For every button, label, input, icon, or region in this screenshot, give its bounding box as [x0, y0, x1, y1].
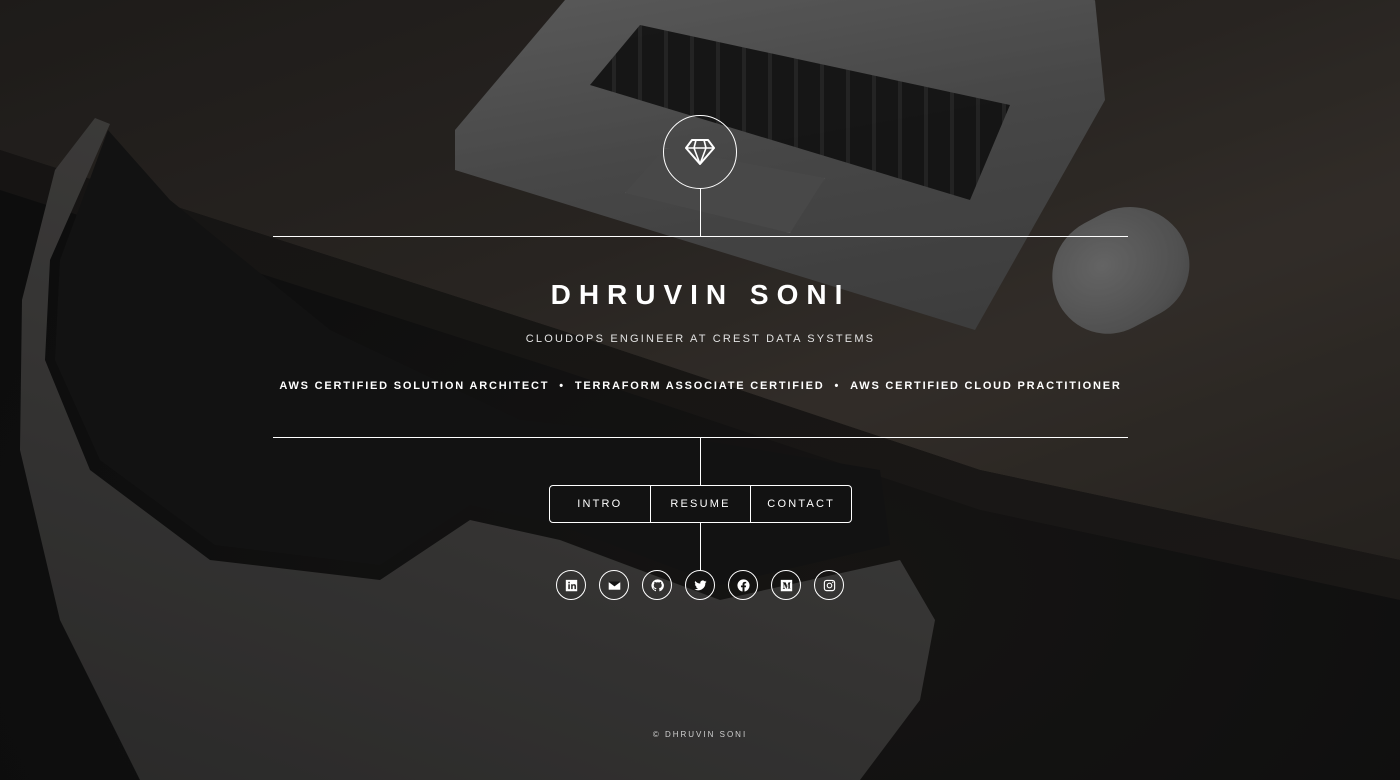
- nav-intro[interactable]: INTRO: [550, 486, 650, 522]
- certification-item: AWS CERTIFIED CLOUD PRACTITIONER: [850, 380, 1122, 392]
- certification-item: AWS CERTIFIED SOLUTION ARCHITECT: [279, 380, 550, 392]
- connector-line-bottom: [700, 523, 701, 570]
- github-icon: [650, 578, 664, 591]
- copyright-text: © DHRUVIN SONI: [652, 730, 748, 739]
- connector-line-middle: [700, 438, 701, 485]
- linkedin-icon: [565, 579, 577, 591]
- twitter-icon: [693, 579, 707, 590]
- linkedin-link[interactable]: [556, 570, 586, 600]
- medium-icon: [780, 579, 792, 591]
- certification-item: TERRAFORM ASSOCIATE CERTIFIED: [574, 380, 825, 392]
- email-icon: [608, 580, 620, 590]
- logo: [663, 115, 737, 189]
- page-title: DHRUVIN SONI: [550, 279, 851, 310]
- separator-dot: •: [834, 380, 841, 392]
- github-link[interactable]: [642, 570, 672, 600]
- facebook-icon: [736, 578, 750, 592]
- facebook-link[interactable]: [728, 570, 758, 600]
- certifications: AWS CERTIFIED SOLUTION ARCHITECT • TERRA…: [273, 380, 1128, 392]
- nav-contact[interactable]: CONTACT: [750, 486, 851, 522]
- header-content: DHRUVIN SONI CLOUDOPS ENGINEER AT CREST …: [273, 237, 1128, 437]
- medium-link[interactable]: [771, 570, 801, 600]
- job-title: CLOUDOPS ENGINEER AT CREST DATA SYSTEMS: [525, 333, 876, 345]
- instagram-link[interactable]: [814, 570, 844, 600]
- main-nav: INTRO RESUME CONTACT: [549, 485, 852, 523]
- social-links: [556, 570, 844, 600]
- diamond-icon: [685, 139, 715, 165]
- email-link[interactable]: [599, 570, 629, 600]
- footer: © DHRUVIN SONI: [0, 730, 1400, 739]
- twitter-link[interactable]: [685, 570, 715, 600]
- instagram-icon: [823, 579, 835, 591]
- connector-line-top: [700, 189, 701, 237]
- nav-resume[interactable]: RESUME: [649, 486, 751, 522]
- separator-dot: •: [559, 380, 565, 392]
